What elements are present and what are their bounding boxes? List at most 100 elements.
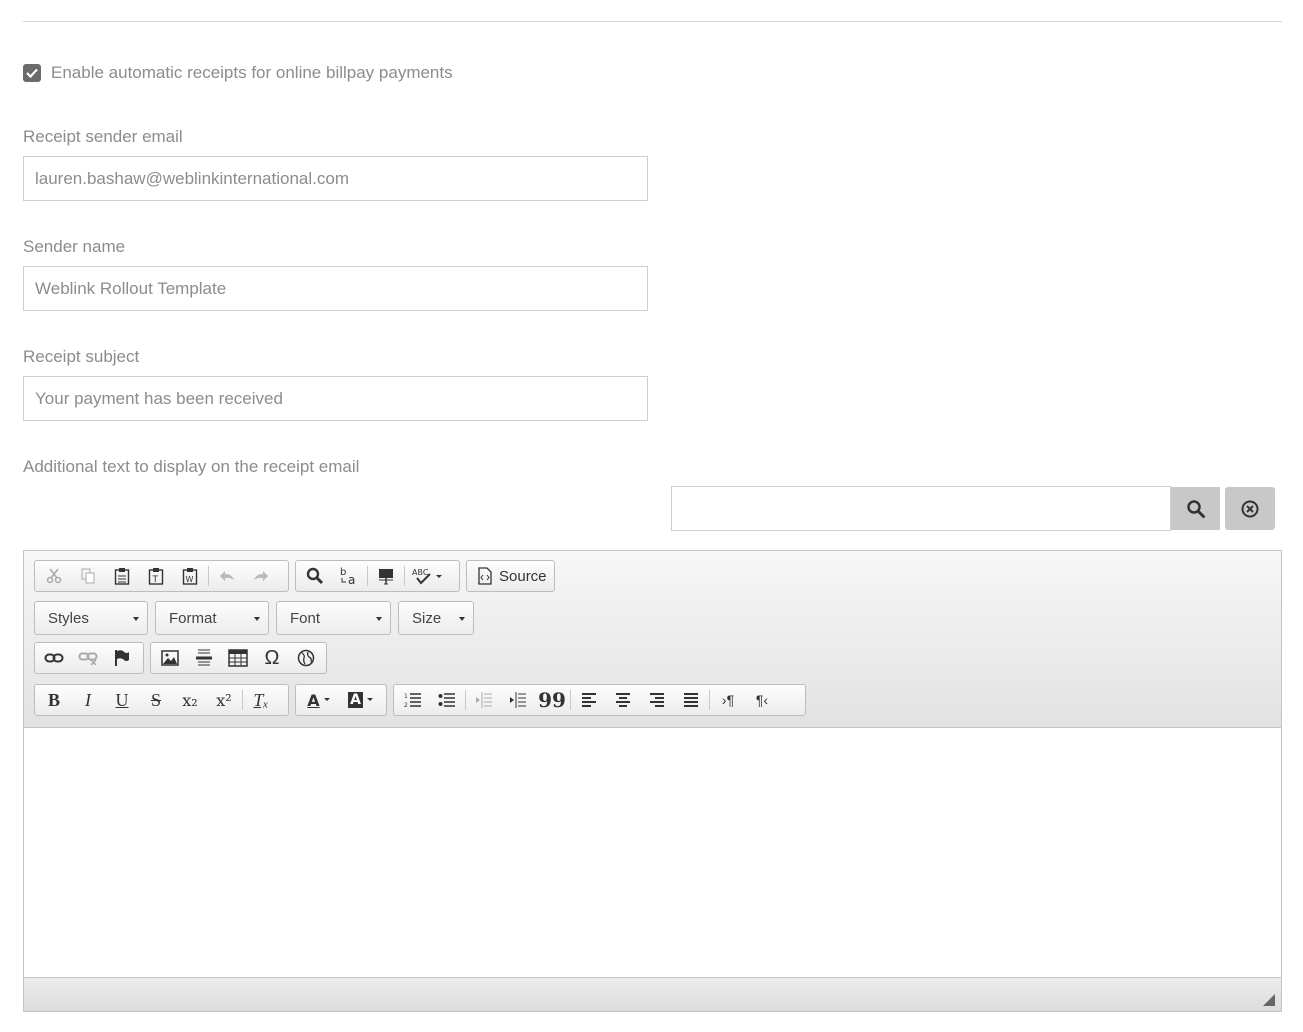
format-combo[interactable]: Format: [155, 601, 269, 635]
editor-content-area[interactable]: [24, 728, 1281, 977]
paste-icon[interactable]: [105, 562, 139, 590]
paste-word-icon[interactable]: W: [173, 562, 207, 590]
horizontal-line-icon[interactable]: [187, 644, 221, 672]
chevron-down-icon: [133, 617, 139, 621]
image-icon[interactable]: [153, 644, 187, 672]
undo-icon[interactable]: [210, 562, 244, 590]
sender-email-label: Receipt sender email: [23, 127, 183, 146]
receipt-subject-input[interactable]: Your payment has been received: [23, 376, 648, 421]
receipt-subject-label: Receipt subject: [23, 347, 140, 366]
styles-combo[interactable]: Styles: [34, 601, 148, 635]
chevron-down-icon: [459, 617, 465, 621]
styles-combo-label: Styles: [48, 609, 89, 627]
link-icon[interactable]: [37, 644, 71, 672]
background-color-icon: A: [348, 692, 363, 708]
sender-email-input[interactable]: lauren.bashaw@weblinkinternational.com: [23, 156, 648, 201]
enable-receipts-row[interactable]: Enable automatic receipts for online bil…: [23, 62, 453, 84]
paste-text-icon[interactable]: T: [139, 562, 173, 590]
sender-name-value: Weblink Rollout Template: [35, 279, 227, 298]
size-combo-label: Size: [412, 609, 442, 627]
chevron-down-icon: [254, 617, 260, 621]
text-direction-rtl-icon[interactable]: ¶‹: [745, 686, 779, 714]
background-color-button[interactable]: A: [340, 686, 382, 714]
align-left-icon[interactable]: [572, 686, 606, 714]
editor-toolbar: T W ba ABC Source Styles Format Font Siz…: [24, 551, 1281, 728]
search-icon: [1186, 499, 1205, 518]
italic-button[interactable]: I: [71, 686, 105, 714]
sender-name-label: Sender name: [23, 237, 126, 256]
sender-name-input[interactable]: Weblink Rollout Template: [23, 266, 648, 311]
format-combo-label: Format: [169, 609, 217, 627]
align-justify-icon[interactable]: [674, 686, 708, 714]
svg-text:2: 2: [404, 702, 408, 709]
special-char-icon[interactable]: Ω: [255, 644, 289, 672]
top-divider: [23, 21, 1282, 22]
outdent-icon[interactable]: [467, 686, 501, 714]
text-color-icon: A: [307, 690, 320, 710]
toolbar-separator: [709, 690, 710, 710]
chevron-down-icon: [366, 698, 373, 701]
search-button[interactable]: [1171, 487, 1220, 530]
clear-search-button[interactable]: [1225, 487, 1275, 530]
iframe-globe-icon[interactable]: [289, 644, 323, 672]
insert-group: Ω: [150, 642, 327, 674]
source-label: Source: [499, 567, 547, 585]
links-group: [34, 642, 144, 674]
editor-search-input[interactable]: [671, 486, 1171, 531]
chevron-down-icon: [323, 698, 330, 701]
svg-text:W: W: [186, 575, 194, 584]
basic-styles-group: B I U S x₂ x² Tₓ: [34, 684, 289, 716]
colors-group: A A: [295, 684, 387, 716]
superscript-button[interactable]: x²: [207, 686, 241, 714]
subscript-button[interactable]: x₂: [173, 686, 207, 714]
toolbar-separator: [404, 566, 405, 586]
svg-text:1: 1: [404, 693, 408, 700]
rich-text-editor: T W ba ABC Source Styles Format Font Siz…: [23, 550, 1282, 1012]
svg-text:b: b: [340, 567, 346, 578]
find-icon[interactable]: [298, 562, 332, 590]
toolbar-separator: [242, 690, 243, 710]
enable-receipts-label: Enable automatic receipts for online bil…: [51, 63, 453, 82]
select-all-icon[interactable]: [369, 562, 403, 590]
size-combo[interactable]: Size: [398, 601, 474, 635]
paragraph-group: 12 99 ›¶ ¶‹: [393, 684, 806, 716]
svg-text:a: a: [348, 573, 355, 586]
anchor-flag-icon[interactable]: [105, 644, 139, 672]
source-button[interactable]: Source: [469, 567, 555, 585]
bold-button[interactable]: B: [37, 686, 71, 714]
underline-button[interactable]: U: [105, 686, 139, 714]
font-combo[interactable]: Font: [276, 601, 391, 635]
cut-icon[interactable]: [37, 562, 71, 590]
bulleted-list-icon[interactable]: [430, 686, 464, 714]
toolbar-separator: [208, 566, 209, 586]
receipt-settings-page: Enable automatic receipts for online bil…: [0, 0, 1303, 1032]
checkmark-icon: [26, 68, 38, 78]
strikethrough-button[interactable]: S: [139, 686, 173, 714]
svg-text:T: T: [152, 575, 159, 585]
replace-icon[interactable]: ba: [332, 562, 366, 590]
toolbar-separator: [570, 690, 571, 710]
text-direction-ltr-icon[interactable]: ›¶: [711, 686, 745, 714]
svg-text:ABC: ABC: [412, 568, 429, 577]
copy-icon[interactable]: [71, 562, 105, 590]
text-color-button[interactable]: A: [298, 686, 340, 714]
align-right-icon[interactable]: [640, 686, 674, 714]
enable-receipts-checkbox[interactable]: [23, 64, 41, 82]
toolbar-separator: [367, 566, 368, 586]
blockquote-icon[interactable]: 99: [535, 686, 569, 714]
spellcheck-icon[interactable]: ABC: [406, 562, 448, 590]
font-combo-label: Font: [290, 609, 321, 627]
editor-status-bar: [24, 977, 1281, 1011]
toolbar-separator: [465, 690, 466, 710]
numbered-list-icon[interactable]: 12: [396, 686, 430, 714]
align-center-icon[interactable]: [606, 686, 640, 714]
sender-email-value: lauren.bashaw@weblinkinternational.com: [35, 169, 349, 188]
resize-handle-icon[interactable]: [1263, 994, 1275, 1006]
remove-format-button[interactable]: Tₓ: [244, 686, 278, 714]
table-icon[interactable]: [221, 644, 255, 672]
indent-icon[interactable]: [501, 686, 535, 714]
redo-icon[interactable]: [244, 562, 278, 590]
clipboard-group: T W: [34, 560, 289, 592]
unlink-icon[interactable]: [71, 644, 105, 672]
receipt-subject-value: Your payment has been received: [35, 389, 283, 408]
